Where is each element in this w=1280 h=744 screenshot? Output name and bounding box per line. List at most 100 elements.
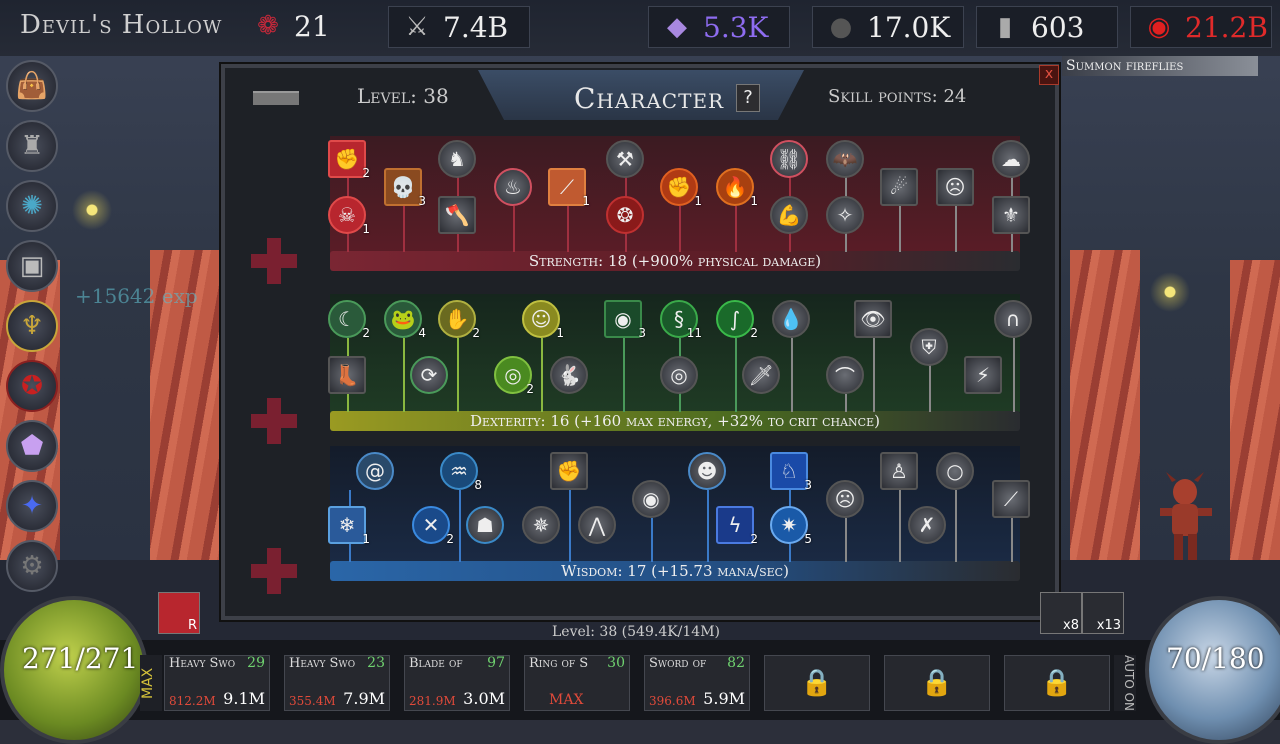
gargoyle-button[interactable]: ♜ [6,120,58,172]
skill-bonfire[interactable]: 🔥 1 [716,168,758,208]
auto-toggle[interactable]: AUTO ON [1114,655,1136,711]
skill-claws[interactable]: ⋀ [578,506,616,544]
skill-spider[interactable]: ✵ [522,506,560,544]
quickslot-potion[interactable]: x13 [1082,592,1124,634]
chest-icon: ▣ [19,251,45,281]
add-wisdom-button[interactable] [251,548,297,594]
skill-gauntlet[interactable]: ✋ 2 [438,300,480,340]
skill-explosion[interactable]: ☁ [992,140,1030,178]
skill-shadow[interactable]: ◉ 3 [604,300,646,340]
soul-gem-icon: ❁ [257,11,279,41]
settings-button[interactable]: ⚙ [6,540,58,592]
skill-skull-red[interactable]: ☠ 1 [328,196,370,236]
skill-snake[interactable]: § 11 [660,300,702,340]
skill-axe[interactable]: 🪓 [438,196,476,234]
location-name: Devil's Hollow [20,10,223,40]
weapon-slot[interactable]: Heavy Swo 29 812.2M 9.1M [164,655,270,711]
skill-fire-fist[interactable]: ✊ 1 [660,168,702,208]
skill-battery[interactable]: ⚡ [964,356,1002,394]
quickslot-item-1[interactable]: x8 [1040,592,1082,634]
skill-ghost-face[interactable]: ☹ [826,480,864,518]
skill-hood[interactable]: ☗ [466,506,504,544]
creature-button[interactable]: ✺ [6,180,58,232]
skill-ghost-run[interactable]: ☾ 2 [328,300,370,340]
chest-button[interactable]: ▣ [6,240,58,292]
skill-link [735,338,737,412]
snake-icon: § [674,307,684,331]
crystal-shield-button[interactable]: ⬟ [6,420,58,472]
locked-slot[interactable]: 🔒 [1004,655,1110,711]
skill-skull[interactable]: 💀 3 [384,168,426,208]
firefly[interactable] [1150,272,1190,312]
skill-spin[interactable]: ✧ [826,196,864,234]
skill-rage[interactable]: ✊ 2 [328,140,370,180]
pentagram-button[interactable]: ✪ [6,360,58,412]
skill-target[interactable]: ◎ [660,356,698,394]
skill-wings[interactable]: ⚜ [992,196,1030,234]
galaxy-button[interactable]: ✦ [6,480,58,532]
skill-hammer[interactable]: ⚒ [606,140,644,178]
add-strength-button[interactable] [251,238,297,284]
skill-flame[interactable]: ♨ [494,168,532,206]
skill-shield-dark[interactable]: ⛨ [910,328,948,366]
skill-bat[interactable]: 🦇 [826,140,864,178]
help-button[interactable]: ? [736,84,760,112]
target-icon: ◎ [670,363,688,387]
skill-hook[interactable]: ⟳ [410,356,448,394]
arm-icon: 💪 [776,203,802,227]
skill-slash[interactable]: ⟋ 1 [548,168,590,208]
skill-cross-swords[interactable]: ✕ 2 [412,506,454,546]
skill-horseshoe[interactable]: ∩ [994,300,1032,338]
skill-mask-gold[interactable]: ☺ 1 [522,300,564,340]
damage-value: 7.4B [443,10,509,44]
skill-spirit[interactable]: ♘ 3 [770,452,812,492]
weapon-slot[interactable]: Blade of 97 281.9M 3.0M [404,655,510,711]
firefly[interactable] [72,190,112,230]
weapon-slot[interactable]: Heavy Swo 23 355.4M 7.9M [284,655,390,711]
quickslot-rage[interactable]: R [158,592,200,634]
skill-dagger[interactable]: 🗡 [742,356,780,394]
skill-shatter[interactable]: ✗ [908,506,946,544]
character-button[interactable]: ♆ [6,300,58,352]
skill-fist-hit[interactable]: ✊ [550,452,588,490]
skill-rabbit[interactable]: 🐇 [550,356,588,394]
collapse-button[interactable] [253,91,299,105]
locked-slot[interactable]: 🔒 [764,655,870,711]
skill-drop[interactable]: 💧 [772,300,810,338]
skill-muscle[interactable]: 💪 [770,196,808,234]
skill-face[interactable]: ☻ [688,452,726,490]
skill-swirl[interactable]: ◎ 2 [494,356,534,396]
skill-bust[interactable]: ♙ [880,452,918,490]
snowflake-icon: ❄ [338,513,356,537]
skill-all-seeing-eye[interactable]: ◉ [632,480,670,518]
add-dexterity-button[interactable] [251,398,297,444]
skill-meteor[interactable]: ☄ [880,168,918,206]
skill-frost[interactable]: ❄ 1 [328,506,370,546]
skill-hydra[interactable]: ♒ 8 [440,452,482,492]
skill-ring[interactable]: ○ [936,452,974,490]
skill-ice-burst[interactable]: ✷ 5 [770,506,812,546]
bust-icon: ♙ [890,459,908,483]
devil-enemy[interactable] [1150,470,1220,565]
locked-slot[interactable]: 🔒 [884,655,990,711]
weapon-slot[interactable]: Sword of 82 396.6M 5.9M [644,655,750,711]
weapon-slot[interactable]: Ring of S 30 MAX [524,655,630,711]
skill-staff[interactable]: ⟋ [992,480,1030,518]
max-toggle[interactable]: MAX [140,655,162,711]
skill-vortex[interactable]: @ [356,452,394,490]
skill-serpent[interactable]: ∫ 2 [716,300,758,340]
skill-blade-dash[interactable]: ⌒ [826,356,864,394]
mushroom-cloud-icon: ☁ [1001,147,1021,171]
skill-eye[interactable]: 👁 [854,300,892,338]
skill-chain[interactable]: ⛓ [770,140,808,178]
skill-whirl[interactable]: ❂ [606,196,644,234]
skill-mask[interactable]: ☹ [936,168,974,206]
skill-lightning[interactable]: ϟ2 [716,506,758,546]
skill-charge[interactable]: ♞ [438,140,476,178]
skill-boot[interactable]: 👢 [328,356,366,394]
skill-frog[interactable]: 🐸 4 [384,300,426,340]
inventory-bag-button[interactable]: 👜 [6,60,58,112]
close-panel-button[interactable]: x [1039,65,1059,85]
summon-notification[interactable]: Summon fireflies [1062,56,1258,76]
skull-icon: ☠ [338,203,356,227]
